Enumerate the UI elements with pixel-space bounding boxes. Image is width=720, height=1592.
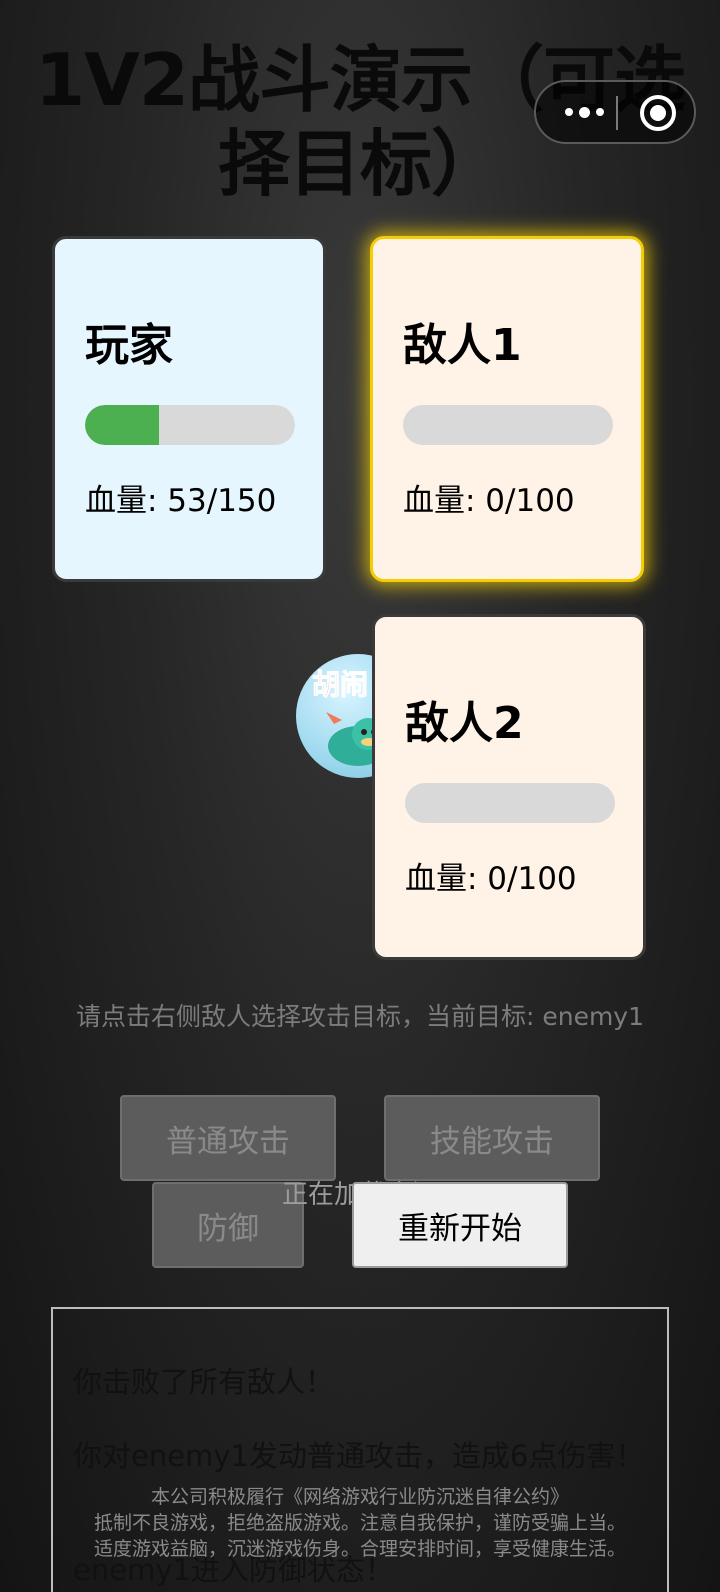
anti-addiction-notice: 本公司积极履行《网络游戏行业防沉迷自律公约》 抵制不良游戏，拒绝盗版游戏。注意自…	[0, 1484, 720, 1562]
enemy-2-hp-bar	[405, 783, 615, 823]
notice-line: 本公司积极履行《网络游戏行业防沉迷自律公约》	[150, 1486, 569, 1508]
restart-button[interactable]: 重新开始	[352, 1182, 568, 1268]
notice-line: 适度游戏益脑，沉迷游戏伤身。合理安排时间，享受健康生活。	[93, 1538, 626, 1560]
enemy-2-hp-text: 血量: 0/100	[405, 861, 577, 897]
player-hp-text: 血量: 53/150	[85, 483, 277, 519]
svg-text:胡闹: 胡闹	[312, 668, 368, 701]
skill-attack-button[interactable]: 技能攻击	[384, 1095, 600, 1181]
enemy-card-2[interactable]: 敌人2 血量: 0/100	[372, 614, 646, 960]
enemy-card-1[interactable]: 敌人1 血量: 0/100	[370, 236, 644, 582]
player-name: 玩家	[85, 320, 173, 371]
target-hint: 请点击右侧敌人选择攻击目标，当前目标: enemy1	[75, 1002, 645, 1031]
more-dots-icon[interactable]	[554, 82, 614, 142]
miniprogram-close-icon[interactable]	[640, 95, 676, 131]
log-entry: 你对enemy1发动普通攻击，造成6点伤害！	[73, 1439, 645, 1473]
log-entry: 你击败了所有敌人！	[73, 1365, 335, 1399]
capsule-divider	[616, 96, 618, 130]
notice-line: 抵制不良游戏，拒绝盗版游戏。注意自我保护，谨防受骗上当。	[93, 1512, 626, 1534]
enemy-1-name: 敌人1	[403, 320, 522, 371]
enemy-1-hp-bar	[403, 405, 613, 445]
player-hp-fill	[85, 405, 160, 445]
player-card: 玩家 血量: 53/150	[52, 236, 326, 582]
player-hp-bar	[85, 405, 295, 445]
enemy-2-name: 敌人2	[405, 698, 524, 749]
normal-attack-button[interactable]: 普通攻击	[120, 1095, 336, 1181]
miniprogram-capsule	[534, 80, 696, 144]
enemy-1-hp-text: 血量: 0/100	[403, 483, 575, 519]
